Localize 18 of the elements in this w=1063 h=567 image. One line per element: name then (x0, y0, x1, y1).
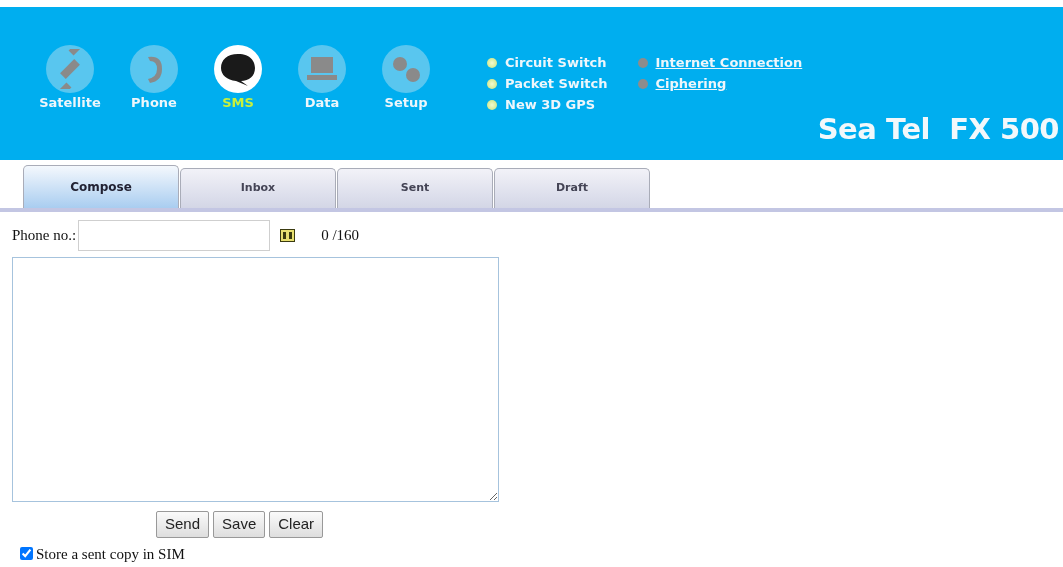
message-field[interactable] (12, 257, 499, 502)
tab[interactable]: Inbox (180, 168, 336, 208)
action-button[interactable]: Clear (269, 511, 324, 538)
tab[interactable]: Draft (494, 168, 650, 208)
tab[interactable]: Sent (337, 168, 493, 208)
tab[interactable]: Compose (23, 165, 179, 208)
store-copy-checkbox[interactable] (20, 547, 33, 561)
store-copy-label: Store a sent copy in SIM (36, 544, 185, 564)
phone-field[interactable] (78, 220, 271, 251)
status-label: New 3D GPS (505, 96, 596, 114)
action-button[interactable]: Send (156, 511, 210, 538)
character-counter: 0 /160 (321, 226, 360, 246)
status-label: Packet Switch (505, 75, 608, 93)
status-label: Circuit Switch (505, 54, 607, 72)
action-button[interactable]: Save (213, 511, 266, 538)
phone-label: Phone no.: (12, 226, 77, 246)
contacts-icon[interactable] (280, 229, 296, 242)
brand-title: Sea Tel FX 500 (817, 111, 1059, 148)
